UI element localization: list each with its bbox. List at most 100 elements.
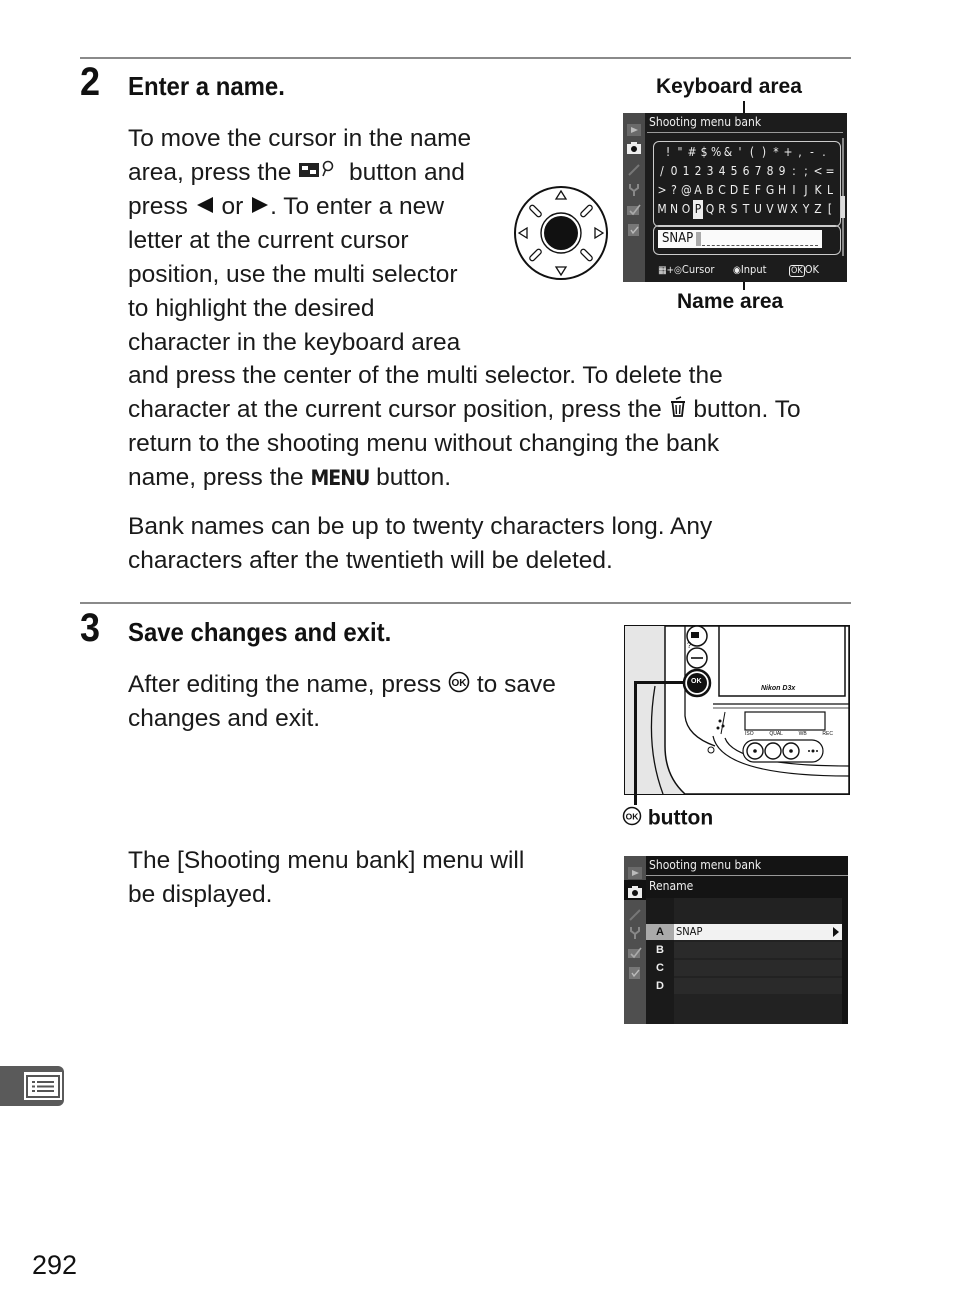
trash-icon <box>669 394 687 428</box>
ok-button-callout: OK button <box>622 806 713 832</box>
my-menu-icon <box>628 966 642 979</box>
bank-name: SNAP <box>676 925 703 938</box>
text-line: characters after the twentieth will be d… <box>128 546 613 574</box>
callout-label: button <box>647 806 714 830</box>
keyboard-key[interactable]: L <box>825 181 835 200</box>
keyboard-key[interactable]: C <box>717 181 727 200</box>
bank-list-item[interactable]: B <box>646 942 842 958</box>
keyboard-key[interactable]: 4 <box>717 162 727 181</box>
keyboard-key[interactable]: 8 <box>765 162 775 181</box>
keyboard-key[interactable]: ? <box>669 181 679 200</box>
svg-text:OK: OK <box>452 678 468 689</box>
keyboard-key[interactable]: Y <box>801 200 811 219</box>
keyboard-key[interactable]: X <box>789 200 799 219</box>
keyboard-key[interactable]: - <box>807 143 817 162</box>
keyboard-key[interactable]: + <box>783 143 793 162</box>
lcd-label: WB <box>798 731 807 737</box>
keyboard-key[interactable]: & <box>723 143 733 162</box>
keyboard-key[interactable]: K <box>813 181 823 200</box>
keyboard-key[interactable]: 0 <box>669 162 679 181</box>
text: name, press the <box>128 464 311 492</box>
keyboard-key[interactable]: N <box>669 200 679 219</box>
section-divider <box>80 602 851 604</box>
keyboard-key[interactable]: 6 <box>741 162 751 181</box>
keyboard-key-selected[interactable]: P <box>693 200 703 219</box>
keyboard-key[interactable]: : <box>789 162 799 181</box>
bank-list-item[interactable]: A SNAP <box>646 924 842 940</box>
text: to save <box>470 671 556 698</box>
keyboard-key[interactable]: W <box>777 200 788 219</box>
keyboard-key[interactable]: 1 <box>681 162 691 181</box>
text-line: changes and exit. <box>128 705 321 733</box>
text-line: character at the current cursor position… <box>128 393 801 427</box>
keyboard-key[interactable]: " <box>675 143 685 162</box>
keyboard-key[interactable]: . <box>819 143 829 162</box>
keyboard-key[interactable]: ) <box>759 143 769 162</box>
keyboard-key[interactable]: = <box>825 162 835 181</box>
callout-line <box>634 681 684 684</box>
keyboard-key[interactable]: U <box>753 200 763 219</box>
keyboard-key[interactable]: < <box>813 162 823 181</box>
screen-title: Shooting menu bank <box>649 115 762 129</box>
keyboard-key[interactable]: > <box>657 181 667 200</box>
ok-button-icon: OK <box>448 669 470 703</box>
keyboard-key[interactable]: T <box>741 200 751 219</box>
keyboard-key[interactable]: $ <box>699 143 709 162</box>
scrollbar[interactable] <box>841 138 845 256</box>
keyboard-key[interactable]: 7 <box>753 162 763 181</box>
multi-selector-illustration <box>512 184 610 282</box>
keyboard-key[interactable]: B <box>705 181 715 200</box>
keyboard-key[interactable]: ' <box>735 143 745 162</box>
keyboard-row: >? @ A B C D E F G H I J K L <box>653 181 839 200</box>
screen-subtitle: Rename <box>649 879 694 893</box>
keyboard-key[interactable]: 2 <box>693 162 703 181</box>
section-tab[interactable] <box>0 1066 64 1106</box>
text: button. To <box>686 395 801 423</box>
keyboard-key[interactable]: J <box>801 181 811 200</box>
keyboard-key[interactable]: G <box>765 181 775 200</box>
keyboard-key[interactable]: F <box>753 181 763 200</box>
scrollbar-thumb[interactable] <box>841 196 845 218</box>
bank-letter: A <box>646 924 674 940</box>
keyboard-key[interactable]: I <box>789 181 799 200</box>
zoom-out-multi-selector-icon: ▦+◎ <box>658 265 682 276</box>
keyboard-key[interactable]: @ <box>681 181 692 200</box>
keyboard-key[interactable]: V <box>765 200 775 219</box>
name-input-field[interactable]: SNAP <box>658 230 822 248</box>
text: . To enter a new <box>270 193 445 221</box>
step-number: 2 <box>80 60 101 104</box>
keyboard-key[interactable]: O <box>681 200 691 219</box>
camera-back-illustration: ? OK Nikon D3x ISO QUAL WB REC <box>624 625 850 795</box>
keyboard-key[interactable]: Q <box>705 200 715 219</box>
keyboard-key[interactable]: M <box>657 200 667 219</box>
keyboard-key[interactable]: S <box>729 200 739 219</box>
keyboard-key[interactable]: ! <box>663 143 673 162</box>
keyboard-key[interactable]: * <box>771 143 781 162</box>
keyboard-key[interactable]: / <box>657 162 667 181</box>
keyboard-key[interactable]: ; <box>801 162 811 181</box>
keyboard-key[interactable]: 3 <box>705 162 715 181</box>
keyboard-key[interactable]: A <box>693 181 703 200</box>
shooting-menu-icon <box>628 885 642 898</box>
bank-list-item[interactable]: D <box>646 978 842 994</box>
keyboard-key[interactable]: R <box>717 200 727 219</box>
keyboard-key[interactable]: E <box>741 181 751 200</box>
custom-settings-icon <box>627 163 641 176</box>
setup-menu-icon <box>627 183 641 196</box>
keyboard-key[interactable]: H <box>777 181 787 200</box>
keyboard-key[interactable]: 5 <box>729 162 739 181</box>
text-line: After editing the name, press OK to save <box>128 668 556 702</box>
keyboard-key[interactable]: [ <box>825 200 835 219</box>
keyboard-key[interactable]: D <box>729 181 739 200</box>
keyboard-key[interactable]: % <box>711 143 721 162</box>
keyboard-key[interactable]: Z <box>813 200 823 219</box>
keyboard-area-callout: Keyboard area <box>656 75 802 98</box>
right-arrow-icon <box>250 191 270 225</box>
keyboard-key[interactable]: 9 <box>777 162 787 181</box>
keyboard-key[interactable]: # <box>687 143 697 162</box>
text: press <box>128 193 195 221</box>
bank-list-item[interactable]: C <box>646 960 842 976</box>
step-title: Save changes and exit. <box>128 617 392 647</box>
keyboard-key[interactable]: , <box>795 143 805 162</box>
keyboard-key[interactable]: ( <box>747 143 757 162</box>
